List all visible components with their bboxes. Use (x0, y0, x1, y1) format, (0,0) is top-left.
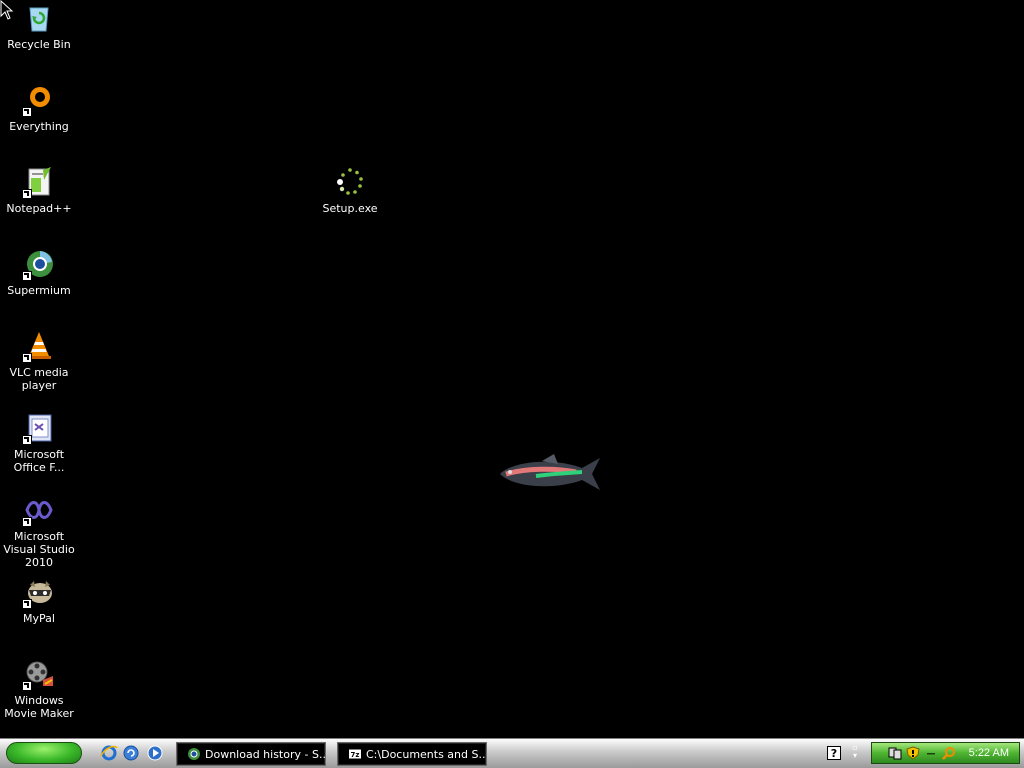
security-shield-icon[interactable] (906, 746, 920, 760)
loading-spinner-icon (334, 166, 366, 198)
shortcut-arrow-icon (22, 189, 32, 199)
shortcut-arrow-icon (22, 107, 32, 117)
shortcut-arrow-icon (22, 353, 32, 363)
supermium-taskbar-icon (187, 747, 201, 761)
movie-maker-icon (22, 658, 55, 691)
desktop-icon-setup-exe[interactable]: Setup.exe (311, 166, 389, 215)
clock[interactable]: 5:22 AM (969, 743, 1009, 763)
desktop-icon-label: Everything (9, 120, 69, 133)
desktop-icon-label: Windows Movie Maker (4, 694, 74, 720)
taskbar-button-documents-folder[interactable]: 7z C:\Documents and S... (337, 742, 487, 766)
system-tray: 5:22 AM (871, 742, 1020, 764)
help-question-icon[interactable]: ? (827, 746, 841, 760)
shortcut-arrow-icon (22, 517, 32, 527)
ie-refresh-icon[interactable] (122, 744, 140, 762)
desktop-icon-vlc[interactable]: VLC media player (0, 330, 78, 392)
start-button[interactable] (6, 742, 82, 764)
shortcut-arrow-icon (22, 271, 32, 281)
desktop-icon-supermium[interactable]: Supermium (0, 248, 78, 297)
taskbar-button-label: C:\Documents and S... (366, 748, 487, 761)
recycle-bin-icon (23, 2, 55, 34)
desktop-icon-recycle-bin[interactable]: Recycle Bin (0, 2, 78, 51)
desktop-icon-label: MyPal (23, 612, 55, 625)
taskbar-button-label: Download history - S... (205, 748, 326, 761)
taskbar-button-download-history[interactable]: Download history - S... (176, 742, 326, 766)
show-hidden-icons-arrow-icon[interactable]: ▫ ▾ (848, 744, 862, 762)
desktop-icon-windows-movie-maker[interactable]: Windows Movie Maker (0, 658, 78, 720)
shortcut-arrow-icon (22, 435, 32, 445)
7zip-icon: 7z (348, 747, 362, 761)
desktop-icon-label: Supermium (7, 284, 71, 297)
svg-text:7z: 7z (351, 751, 360, 759)
desktop-icon-label: Microsoft Office F... (13, 448, 65, 474)
desktop-icon-label: Setup.exe (322, 202, 378, 215)
notepad-plus-plus-icon (22, 166, 55, 199)
neon-tetra-fish-image (496, 452, 606, 500)
visual-studio-icon (22, 494, 55, 527)
taskbar: Download history - S... 7z C:\Documents … (0, 738, 1024, 768)
desktop-icon-label: Microsoft Visual Studio 2010 (3, 530, 75, 569)
internet-explorer-icon[interactable] (100, 744, 118, 762)
desktop: Recycle Bin Everything Notepad++ Supermi… (0, 0, 1024, 738)
desktop-icon-notepad-plus-plus[interactable]: Notepad++ (0, 166, 78, 215)
media-player-icon[interactable] (146, 744, 164, 762)
network-icon[interactable] (888, 746, 902, 760)
supermium-browser-icon (22, 248, 55, 281)
office-document-icon (22, 412, 55, 445)
desktop-icon-label: Notepad++ (6, 202, 72, 215)
desktop-icon-microsoft-office[interactable]: Microsoft Office F... (0, 412, 78, 474)
desktop-icon-mypal[interactable]: MyPal (0, 576, 78, 625)
desktop-icon-everything[interactable]: Everything (0, 84, 78, 133)
desktop-icon-visual-studio[interactable]: Microsoft Visual Studio 2010 (0, 494, 78, 569)
vlc-cone-icon (22, 330, 55, 363)
desktop-icon-label: VLC media player (9, 366, 69, 392)
minus-icon[interactable] (924, 746, 938, 760)
shortcut-arrow-icon (22, 599, 32, 609)
search-key-icon[interactable] (942, 746, 956, 760)
desktop-icon-label: Recycle Bin (7, 38, 71, 51)
everything-search-icon (22, 84, 55, 117)
mypal-raccoon-icon (22, 576, 55, 609)
shortcut-arrow-icon (22, 681, 32, 691)
